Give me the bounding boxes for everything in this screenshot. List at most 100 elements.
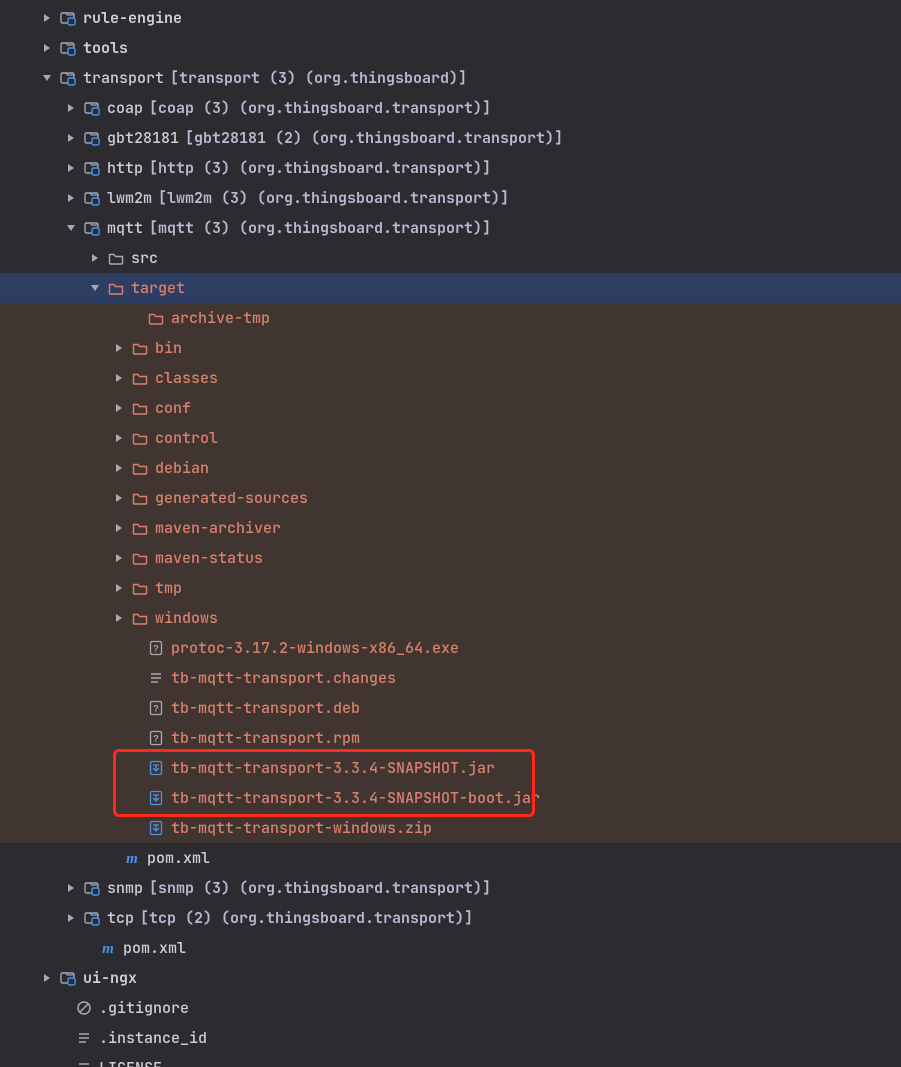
chevron-right-icon[interactable] bbox=[111, 520, 127, 536]
chevron-right-icon[interactable] bbox=[111, 460, 127, 476]
chevron-right-icon[interactable] bbox=[63, 160, 79, 176]
folder-ex-icon bbox=[147, 309, 165, 327]
tree-item[interactable]: tb-mqtt-transport.deb bbox=[0, 693, 901, 723]
tree-item[interactable]: .gitignore bbox=[0, 993, 901, 1023]
tree-item-label: tb-mqtt-transport-3.3.4-SNAPSHOT-boot.ja… bbox=[171, 788, 540, 808]
chevron-right-icon[interactable] bbox=[111, 610, 127, 626]
chevron-right-icon[interactable] bbox=[39, 970, 55, 986]
chevron-right-icon[interactable] bbox=[111, 580, 127, 596]
chevron-right-icon[interactable] bbox=[39, 40, 55, 56]
tree-item[interactable]: rule-engine bbox=[0, 3, 901, 33]
tree-item[interactable]: pom.xml bbox=[0, 843, 901, 873]
tree-item-label: control bbox=[155, 428, 218, 448]
chevron-right-icon[interactable] bbox=[63, 190, 79, 206]
tree-item[interactable]: protoc-3.17.2-windows-x86_64.exe bbox=[0, 633, 901, 663]
chevron-down-icon[interactable] bbox=[63, 220, 79, 236]
tree-item[interactable]: bin bbox=[0, 333, 901, 363]
tree-item[interactable]: http[http (3) (org.thingsboard.transport… bbox=[0, 153, 901, 183]
chevron-right-icon[interactable] bbox=[111, 430, 127, 446]
folder-ex-icon bbox=[131, 489, 149, 507]
text-icon bbox=[147, 669, 165, 687]
project-tree[interactable]: rule-enginetools transport [transport (3) … bbox=[0, 0, 901, 1067]
module-icon bbox=[83, 219, 101, 237]
tree-item-label: archive-tmp bbox=[171, 308, 270, 328]
tree-item[interactable]: classes bbox=[0, 363, 901, 393]
tree-item-label: debian bbox=[155, 458, 209, 478]
chevron-right-icon[interactable] bbox=[111, 340, 127, 356]
module-icon bbox=[83, 99, 101, 117]
tree-item-label: tb-mqtt-transport.deb bbox=[171, 698, 360, 718]
maven-icon bbox=[123, 849, 141, 867]
tree-item[interactable]: archive-tmp bbox=[0, 303, 901, 333]
module-icon bbox=[59, 969, 77, 987]
tree-item[interactable]: transport [transport (3) (org.thingsboard… bbox=[0, 63, 901, 93]
chevron-right-icon[interactable] bbox=[63, 910, 79, 926]
archive-icon bbox=[147, 789, 165, 807]
tree-item[interactable]: gbt28181[gbt28181 (2) (org.thingsboard.t… bbox=[0, 123, 901, 153]
tree-item-label: transport bbox=[83, 68, 164, 88]
tree-item[interactable]: tb-mqtt-transport-3.3.4-SNAPSHOT.jar bbox=[0, 753, 901, 783]
tree-item[interactable]: windows bbox=[0, 603, 901, 633]
tree-item[interactable]: lwm2m[lwm2m (3) (org.thingsboard.transpo… bbox=[0, 183, 901, 213]
tree-item[interactable]: tmp bbox=[0, 573, 901, 603]
tree-item[interactable]: target bbox=[0, 273, 901, 303]
tree-item[interactable]: src bbox=[0, 243, 901, 273]
tree-item[interactable]: pom.xml bbox=[0, 933, 901, 963]
tree-item[interactable]: tcp[tcp (2) (org.thingsboard.transport)] bbox=[0, 903, 901, 933]
folder-ex-icon bbox=[131, 459, 149, 477]
module-icon bbox=[83, 159, 101, 177]
tree-item-hint: [snmp (3) (org.thingsboard.transport)] bbox=[149, 878, 491, 898]
tree-item[interactable]: debian bbox=[0, 453, 901, 483]
tree-item-hint: [tcp (2) (org.thingsboard.transport)] bbox=[140, 908, 473, 928]
unknown-icon bbox=[147, 699, 165, 717]
tree-item[interactable]: generated-sources bbox=[0, 483, 901, 513]
module-icon bbox=[83, 879, 101, 897]
tree-item-label: generated-sources bbox=[155, 488, 308, 508]
tree-item[interactable]: coap[coap (3) (org.thingsboard.transport… bbox=[0, 93, 901, 123]
module-icon bbox=[83, 189, 101, 207]
module-icon bbox=[59, 69, 77, 87]
tree-item[interactable]: mqtt[mqtt (3) (org.thingsboard.transport… bbox=[0, 213, 901, 243]
tree-item[interactable]: tb-mqtt-transport.rpm bbox=[0, 723, 901, 753]
folder-ex-icon bbox=[131, 339, 149, 357]
chevron-right-icon[interactable] bbox=[39, 10, 55, 26]
tree-item-label: gbt28181 bbox=[107, 128, 179, 148]
ignore-icon bbox=[75, 999, 93, 1017]
chevron-right-icon[interactable] bbox=[87, 250, 103, 266]
chevron-right-icon[interactable] bbox=[111, 550, 127, 566]
tree-item[interactable]: maven-status bbox=[0, 543, 901, 573]
tree-item[interactable]: conf bbox=[0, 393, 901, 423]
tree-item-hint: [transport (3) (org.thingsboard)] bbox=[170, 68, 467, 88]
tree-item-label: maven-status bbox=[155, 548, 263, 568]
chevron-right-icon[interactable] bbox=[111, 400, 127, 416]
tree-item-hint: [http (3) (org.thingsboard.transport)] bbox=[149, 158, 491, 178]
unknown-icon bbox=[147, 729, 165, 747]
tree-item-hint: [mqtt (3) (org.thingsboard.transport)] bbox=[149, 218, 491, 238]
folder-ex-icon bbox=[131, 429, 149, 447]
chevron-right-icon[interactable] bbox=[111, 490, 127, 506]
folder-ex-icon bbox=[131, 549, 149, 567]
tree-item-label: conf bbox=[155, 398, 191, 418]
chevron-down-icon[interactable] bbox=[87, 280, 103, 296]
tree-item[interactable]: control bbox=[0, 423, 901, 453]
tree-item-label: src bbox=[131, 248, 158, 268]
tree-item[interactable]: LICENSE bbox=[0, 1053, 901, 1067]
chevron-down-icon[interactable] bbox=[39, 70, 55, 86]
tree-item[interactable]: tb-mqtt-transport.changes bbox=[0, 663, 901, 693]
tree-item-label: tb-mqtt-transport.rpm bbox=[171, 728, 360, 748]
maven-icon bbox=[99, 939, 117, 957]
tree-item[interactable]: maven-archiver bbox=[0, 513, 901, 543]
tree-item-label: bin bbox=[155, 338, 182, 358]
chevron-right-icon[interactable] bbox=[63, 130, 79, 146]
tree-item-label: windows bbox=[155, 608, 218, 628]
chevron-right-icon[interactable] bbox=[111, 370, 127, 386]
tree-item[interactable]: snmp[snmp (3) (org.thingsboard.transport… bbox=[0, 873, 901, 903]
tree-item[interactable]: ui-ngx bbox=[0, 963, 901, 993]
tree-item[interactable]: tb-mqtt-transport-3.3.4-SNAPSHOT-boot.ja… bbox=[0, 783, 901, 813]
tree-item[interactable]: tb-mqtt-transport-windows.zip bbox=[0, 813, 901, 843]
tree-item[interactable]: .instance_id bbox=[0, 1023, 901, 1053]
tree-item-label: target bbox=[131, 278, 185, 298]
chevron-right-icon[interactable] bbox=[63, 100, 79, 116]
tree-item[interactable]: tools bbox=[0, 33, 901, 63]
chevron-right-icon[interactable] bbox=[63, 880, 79, 896]
